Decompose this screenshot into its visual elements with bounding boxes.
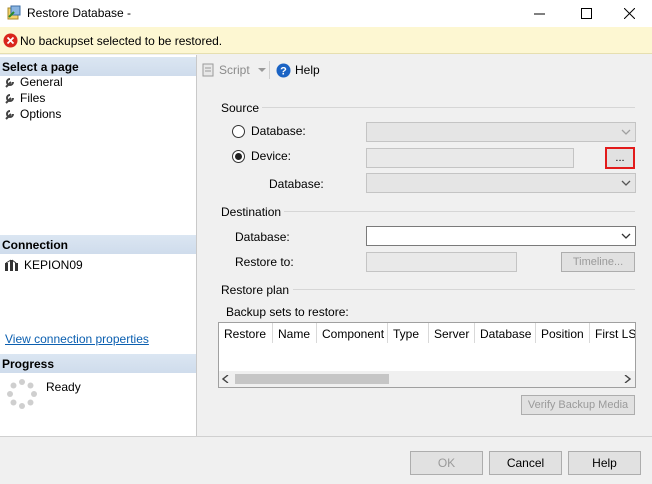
error-bar: No backupset selected to be restored. <box>0 27 652 54</box>
source-group-label: Source <box>221 101 260 115</box>
column-header-component[interactable]: Component <box>317 323 388 343</box>
page-item-options[interactable]: Options <box>4 106 61 122</box>
chevron-down-icon <box>621 180 631 186</box>
help-label: Help <box>295 63 320 77</box>
right-panel: Script ? Help Source Database: Device: .… <box>198 55 652 436</box>
column-header-restore[interactable]: Restore <box>219 323 273 343</box>
svg-text:?: ? <box>280 65 287 77</box>
restore-plan-group-label: Restore plan <box>221 283 290 297</box>
source-database-sub-label: Database: <box>269 177 324 191</box>
chevron-down-icon <box>621 129 631 135</box>
destination-divider <box>284 211 635 212</box>
wrench-icon <box>5 78 14 88</box>
server-connection-icon <box>5 259 18 271</box>
scroll-right-icon[interactable] <box>624 375 631 383</box>
page-item-label: Options <box>20 107 62 121</box>
error-circle-icon <box>3 33 18 48</box>
chevron-down-icon <box>621 233 631 239</box>
cancel-button[interactable]: Cancel <box>489 451 562 475</box>
device-path-field[interactable] <box>366 148 574 168</box>
database-radio-label: Database: <box>251 124 306 138</box>
footer-help-button[interactable]: Help <box>568 451 641 475</box>
scrollbar-thumb[interactable] <box>235 374 389 384</box>
dialog-footer: OK Cancel Help <box>0 436 652 484</box>
restore-to-label: Restore to: <box>235 255 294 269</box>
source-divider <box>262 107 635 108</box>
backup-sets-grid[interactable]: Restore Name Component Type Server Datab… <box>218 322 636 388</box>
ok-button[interactable]: OK <box>410 451 483 475</box>
column-header-name[interactable]: Name <box>273 323 317 343</box>
chevron-down-icon <box>257 68 266 72</box>
restore-plan-divider <box>293 289 635 290</box>
progress-status: Ready <box>46 380 81 394</box>
progress-spinner-icon <box>7 379 37 409</box>
wrench-icon <box>5 94 14 104</box>
title-bar: Restore Database - <box>0 0 652 27</box>
destination-database-label: Database: <box>235 230 290 244</box>
wrench-icon <box>5 110 14 120</box>
verify-backup-media-button[interactable]: Verify Backup Media <box>521 395 635 415</box>
timeline-button[interactable]: Timeline... <box>561 252 635 272</box>
maximize-button[interactable] <box>563 0 609 27</box>
device-radio[interactable] <box>232 150 245 163</box>
backup-sets-label: Backup sets to restore: <box>226 305 349 319</box>
column-header-server[interactable]: Server <box>429 323 475 343</box>
column-header-type[interactable]: Type <box>388 323 429 343</box>
script-button[interactable]: Script <box>201 61 266 79</box>
scroll-left-icon[interactable] <box>222 375 229 383</box>
error-message: No backupset selected to be restored. <box>20 34 223 48</box>
page-item-label: General <box>20 75 63 89</box>
destination-database-combo[interactable] <box>366 226 636 246</box>
device-radio-label: Device: <box>251 149 292 163</box>
maximize-icon <box>580 8 592 19</box>
page-item-files[interactable]: Files <box>4 90 45 106</box>
minimize-button[interactable] <box>516 0 562 27</box>
left-panel: Select a page General Files Options Conn… <box>0 55 197 436</box>
database-radio[interactable] <box>232 125 245 138</box>
source-database-combo[interactable] <box>366 122 636 142</box>
destination-group-label: Destination <box>221 205 282 219</box>
script-icon <box>202 63 214 77</box>
column-header-position[interactable]: Position <box>536 323 590 343</box>
connection-header: Connection <box>0 235 196 254</box>
page-item-label: Files <box>20 91 46 105</box>
view-connection-properties-link[interactable]: View connection properties <box>5 332 149 346</box>
database-restore-icon <box>7 5 21 20</box>
connection-server: KEPION09 <box>4 257 83 273</box>
script-label: Script <box>219 63 250 77</box>
help-button[interactable]: ? Help <box>276 61 320 79</box>
horizontal-scrollbar[interactable] <box>219 371 635 387</box>
minimize-icon <box>533 13 545 15</box>
page-item-general[interactable]: General <box>4 74 63 90</box>
server-name: KEPION09 <box>24 258 83 272</box>
help-icon: ? <box>276 63 291 77</box>
close-button[interactable] <box>606 0 652 27</box>
column-header-first-lsn[interactable]: First LSN <box>590 323 635 343</box>
source-device-database-combo[interactable] <box>366 173 636 193</box>
close-icon <box>623 8 635 19</box>
browse-device-button[interactable]: ... <box>605 147 635 169</box>
column-header-database[interactable]: Database <box>475 323 536 343</box>
toolbar-divider <box>269 61 270 79</box>
restore-to-field[interactable] <box>366 252 517 272</box>
window-title: Restore Database - <box>27 6 132 20</box>
progress-header: Progress <box>0 354 196 373</box>
